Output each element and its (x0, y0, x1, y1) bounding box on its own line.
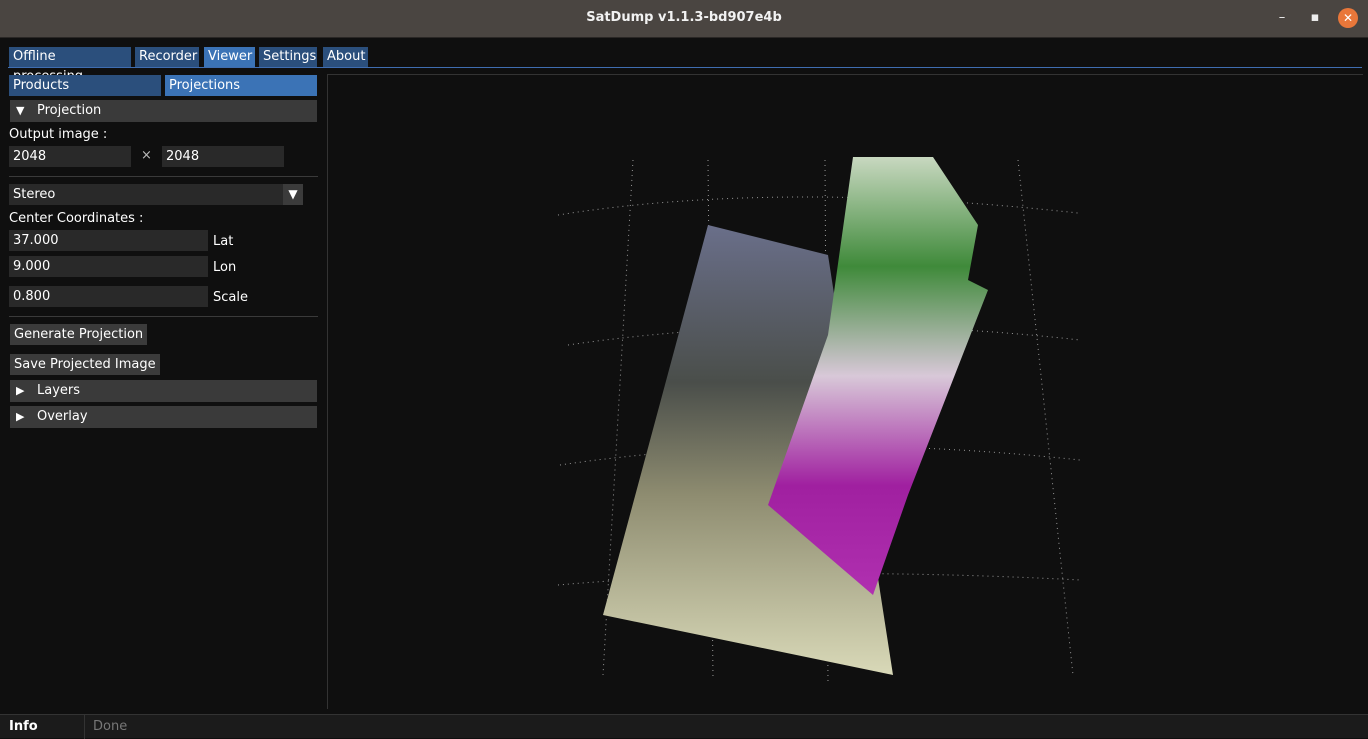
output-width-input[interactable]: 2048 (9, 146, 131, 167)
generate-projection-button[interactable]: Generate Projection (10, 324, 148, 345)
scale-input[interactable]: 0.800 (9, 286, 208, 307)
projection-header[interactable]: ▼ Projection (10, 100, 317, 122)
status-bar: Info Done (0, 714, 1368, 739)
tab-offline-processing[interactable]: Offline processing (9, 47, 131, 84)
window-title: SatDump v1.1.3-bd907e4b (586, 10, 782, 25)
save-projected-image-button[interactable]: Save Projected Image (10, 354, 160, 375)
output-image-label: Output image : (9, 127, 108, 142)
status-label: Info (9, 719, 38, 734)
lat-input[interactable]: 37.000 (9, 230, 208, 251)
subtab-products[interactable]: Products (9, 75, 161, 96)
triangle-down-icon: ▼ (16, 104, 25, 117)
center-coordinates-label: Center Coordinates : (9, 211, 144, 226)
close-icon[interactable]: ✕ (1338, 8, 1358, 28)
tab-bar-divider (8, 67, 1362, 68)
tab-recorder[interactable]: Recorder (135, 47, 199, 67)
lat-label: Lat (213, 234, 234, 249)
tab-about[interactable]: About (323, 47, 368, 67)
projected-image (557, 157, 1081, 686)
overlay-header[interactable]: ▶ Overlay (10, 406, 317, 428)
projection-type-select[interactable]: Stereo (9, 184, 283, 205)
layers-header[interactable]: ▶ Layers (10, 380, 317, 402)
title-bar: SatDump v1.1.3-bd907e4b – ▪ ✕ (0, 0, 1368, 38)
separator (9, 316, 318, 317)
separator (9, 176, 318, 177)
lon-input[interactable]: 9.000 (9, 256, 208, 277)
tab-viewer[interactable]: Viewer (204, 47, 255, 67)
output-height-input[interactable]: 2048 (162, 146, 284, 167)
status-divider (84, 715, 85, 739)
lon-label: Lon (213, 260, 237, 275)
tab-settings[interactable]: Settings (259, 47, 317, 67)
status-message: Done (93, 719, 128, 734)
sidebar: Products Projections ▼ Projection Output… (8, 74, 318, 714)
times-label: × (141, 148, 152, 163)
minimize-icon[interactable]: – (1272, 8, 1292, 28)
maximize-icon[interactable]: ▪ (1305, 8, 1325, 28)
scale-label: Scale (213, 290, 248, 305)
subtab-projections[interactable]: Projections (165, 75, 317, 96)
projection-viewer[interactable] (327, 74, 1363, 709)
dropdown-arrow-icon[interactable]: ▼ (283, 184, 303, 205)
triangle-right-icon: ▶ (16, 384, 25, 397)
triangle-right-icon: ▶ (16, 410, 25, 423)
